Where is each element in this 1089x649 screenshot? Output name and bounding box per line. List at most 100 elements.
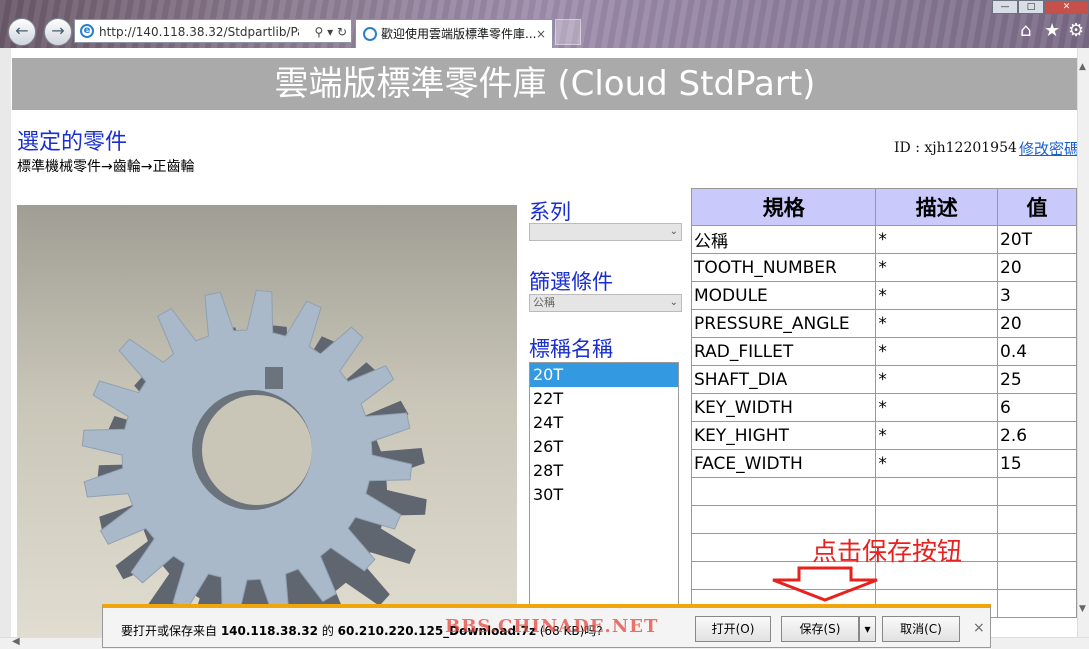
table-row: TOOTH_NUMBER * 20 [690, 253, 1077, 282]
table-row: KEY_HIGHT * 2.6 [690, 421, 1077, 450]
list-item[interactable]: 20T [530, 363, 678, 387]
name-listbox[interactable]: 20T 22T 24T 26T 28T 30T [529, 362, 679, 637]
chevron-down-icon: ⌄ [669, 297, 678, 308]
table-cell: 20 [997, 253, 1077, 282]
breadcrumb: 標準機械零件→齒輪→正齒輪 [17, 159, 195, 175]
back-button[interactable]: ← [8, 18, 36, 46]
table-cell: * [875, 281, 999, 310]
list-item[interactable]: 28T [530, 459, 678, 483]
series-select[interactable]: ⌄ [529, 223, 682, 241]
download-notification-bar: 要打开或保存来自 140.118.38.32 的 60.210.220.125_… [102, 604, 991, 648]
table-cell: * [875, 449, 999, 478]
list-item[interactable]: 22T [530, 387, 678, 411]
watermark: BBS.CHINADE.NET [445, 616, 659, 637]
table-row: SHAFT_DIA * 25 [690, 365, 1077, 394]
table-row: RAD_FILLET * 0.4 [690, 337, 1077, 366]
tab-close-icon[interactable]: × [536, 20, 546, 48]
table-row: MODULE * 3 [690, 281, 1077, 310]
column-header: 值 [997, 188, 1077, 226]
page-content: 雲端版標準零件庫 (Cloud StdPart) 選定的零件 標準機械零件→齒輪… [0, 48, 1077, 637]
browser-tab[interactable]: 歡迎使用雲端版標準零件庫... × [355, 19, 553, 48]
table-cell: KEY_WIDTH [690, 393, 877, 422]
close-download-bar-icon[interactable]: × [973, 620, 985, 636]
table-row [690, 505, 1077, 534]
table-cell [997, 533, 1077, 562]
table-row: PRESSURE_ANGLE * 20 [690, 309, 1077, 338]
ie-icon [363, 27, 377, 41]
table-cell: * [875, 421, 999, 450]
ie-icon: e [80, 24, 94, 38]
table-row: KEY_WIDTH * 6 [690, 393, 1077, 422]
table-cell: * [875, 225, 999, 254]
list-item[interactable]: 26T [530, 435, 678, 459]
column-header: 描述 [875, 188, 999, 226]
close-window-icon[interactable]: ✕ [1044, 0, 1089, 14]
table-cell [997, 505, 1077, 534]
minimize-icon[interactable]: — [992, 0, 1018, 14]
arrow-down-icon [772, 566, 878, 602]
annotation-text: 点击保存按钮 [812, 537, 963, 566]
condition-label: 篩選條件 [529, 270, 613, 294]
save-dropdown-icon[interactable]: ▾ [859, 616, 876, 642]
open-button[interactable]: 打开(O) [695, 616, 771, 642]
condition-value: 公稱 [533, 296, 555, 309]
table-cell: 0.4 [997, 337, 1077, 366]
chevron-down-icon: ⌄ [669, 226, 678, 237]
user-id: ID : xjh12201954 [894, 140, 1017, 156]
list-item[interactable]: 24T [530, 411, 678, 435]
table-cell [997, 589, 1077, 618]
vertical-scrollbar[interactable]: ▲ ▼ [1077, 48, 1089, 637]
address-bar[interactable]: e http://140.118.38.32/Stdpartlib/Pa ⚲ ▾… [74, 19, 352, 43]
selected-part-title: 選定的零件 [17, 130, 128, 155]
gear-3d-viewer[interactable] [17, 205, 517, 637]
table-cell: 25 [997, 365, 1077, 394]
table-cell: 3 [997, 281, 1077, 310]
table-cell: RAD_FILLET [690, 337, 877, 366]
table-cell [997, 561, 1077, 590]
table-cell: PRESSURE_ANGLE [690, 309, 877, 338]
table-cell: * [875, 309, 999, 338]
search-refresh-icons[interactable]: ⚲ ▾ ↻ [315, 20, 348, 44]
table-cell: * [875, 393, 999, 422]
new-tab-button[interactable] [555, 19, 581, 45]
table-cell [875, 505, 999, 534]
cancel-button[interactable]: 取消(C) [882, 616, 960, 642]
table-cell: * [875, 337, 999, 366]
table-cell: FACE_WIDTH [690, 449, 877, 478]
table-row [690, 477, 1077, 506]
table-row: FACE_WIDTH * 15 [690, 449, 1077, 478]
table-cell: KEY_HIGHT [690, 421, 877, 450]
table-row: 公稱 * 20T [690, 225, 1077, 254]
settings-gear-icon[interactable]: ⚙ [1068, 20, 1084, 41]
table-cell: 20 [997, 309, 1077, 338]
gear-icon [81, 289, 427, 637]
save-button[interactable]: 保存(S) [781, 616, 859, 642]
series-label: 系列 [529, 200, 571, 224]
table-cell [875, 477, 999, 506]
table-cell [690, 505, 877, 534]
maximize-icon[interactable]: □ [1018, 0, 1044, 14]
change-password-link[interactable]: 修改密碼 [1019, 138, 1077, 159]
name-label: 標稱名稱 [529, 337, 613, 361]
table-cell: SHAFT_DIA [690, 365, 877, 394]
table-cell: * [875, 253, 999, 282]
url-text: http://140.118.38.32/Stdpartlib/Pa [99, 25, 299, 39]
table-cell: 2.6 [997, 421, 1077, 450]
table-cell: MODULE [690, 281, 877, 310]
list-item[interactable]: 30T [530, 483, 678, 507]
table-cell: 6 [997, 393, 1077, 422]
table-cell [690, 477, 877, 506]
forward-button[interactable]: → [44, 18, 72, 46]
table-cell: 20T [997, 225, 1077, 254]
table-cell: 15 [997, 449, 1077, 478]
table-cell: TOOTH_NUMBER [690, 253, 877, 282]
column-header: 規格 [690, 188, 877, 226]
table-cell: 公稱 [690, 225, 877, 254]
condition-select[interactable]: 公稱 ⌄ [529, 294, 682, 312]
page-banner: 雲端版標準零件庫 (Cloud StdPart) [12, 58, 1077, 110]
home-icon[interactable]: ⌂ [1020, 20, 1031, 41]
table-cell [997, 477, 1077, 506]
favorites-icon[interactable]: ★ [1044, 20, 1060, 41]
tab-title: 歡迎使用雲端版標準零件庫... [381, 27, 536, 41]
table-cell: * [875, 365, 999, 394]
